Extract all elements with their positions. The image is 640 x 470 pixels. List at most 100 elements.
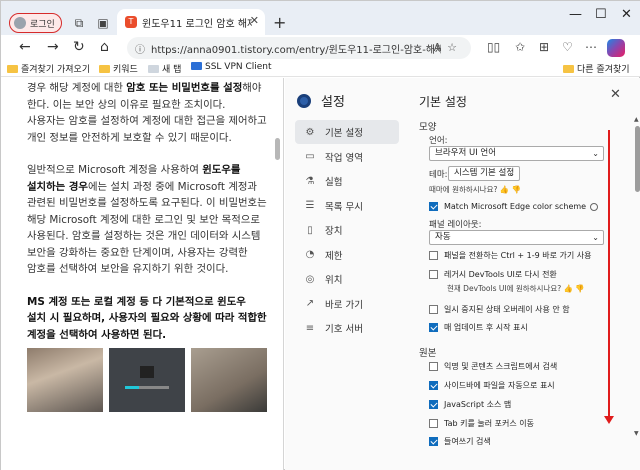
nav-item-preferences[interactable]: ⚙ 기본 설정 [295, 120, 399, 144]
site-info-icon[interactable]: ⓘ [135, 41, 145, 56]
bookmark-import[interactable]: 즐겨찾기 가져오기 [7, 62, 90, 75]
tab-title: 윈도우11 로그인 암호 해제 - 비밀 [142, 18, 252, 30]
other-folder-icon [563, 65, 574, 73]
tab-close-icon[interactable]: ✕ [250, 14, 259, 27]
windows-boot-image[interactable] [109, 348, 185, 412]
nav-label: 바로 가기 [325, 299, 363, 311]
checkbox[interactable] [429, 305, 438, 314]
paragraph-2-text-a: 일반적으로 Microsoft 계정을 사용하여 [27, 164, 203, 176]
nav-label: 장치 [325, 226, 343, 237]
language-value: 브라우저 UI 언어 [435, 148, 497, 158]
devtools-settings-panel: 설정 ⚙ 기본 설정 ▭ 작업 영역 ⚗ 실험 ☰ 목록 무시 ▯ 장치 ◔ 제한 ◎ 위치 … [285, 78, 640, 470]
copilot-icon[interactable] [607, 39, 625, 57]
favorites-icon[interactable]: ✩ [515, 40, 525, 54]
search-anon-checkbox[interactable]: 익명 및 콘텐츠 스크립트에서 검색 [429, 361, 557, 372]
nav-item-experiments[interactable]: ⚗ 실험 [295, 169, 399, 193]
toolbar: ← → ↻ ⌂ ⓘ https://anna0901.tistory.com/e… [1, 35, 640, 61]
checkbox[interactable] [429, 323, 438, 332]
bookmarks-bar: 즐겨찾기 가져오기 키워드 새 탭 SSL VPN Client 다른 즐겨찾기 [1, 61, 640, 77]
show-whats-new-checkbox[interactable]: 매 업데이트 후 시작 표시 [429, 322, 528, 333]
refresh-icon[interactable]: ↻ [73, 39, 85, 55]
paragraph-1: 경우 해당 계정에 대한 암호 또는 비밀번호를 설정해야 한다. 이는 보안 … [27, 80, 267, 146]
thumbs-up-icon[interactable]: 👍 [564, 284, 573, 293]
js-sourcemaps-checkbox[interactable]: JavaScript 소스 맵 [429, 399, 511, 410]
thumbs-up-icon[interactable]: 👍 [500, 185, 509, 194]
chevron-down-icon: ⌄ [508, 169, 515, 178]
minimize-icon[interactable]: — [569, 7, 582, 22]
checkbox[interactable] [429, 437, 438, 446]
nav-item-ignore-list[interactable]: ☰ 목록 무시 [295, 194, 399, 218]
checkbox[interactable] [429, 362, 438, 371]
info-icon[interactable] [590, 202, 599, 211]
show-whats-new-label: 매 업데이트 후 시작 표시 [444, 323, 528, 332]
workspaces-icon[interactable]: ⧉ [71, 15, 87, 31]
bookmark-vpn[interactable]: SSL VPN Client [191, 62, 272, 72]
devtools-feedback: 현재 DevTools UI에 원하하시나요? 👍 👎 [447, 283, 585, 294]
checkbox[interactable] [429, 270, 438, 279]
settings-scrollbar[interactable] [635, 126, 640, 192]
maximize-icon[interactable]: ☐ [595, 7, 607, 22]
chevron-down-icon: ⌄ [592, 149, 599, 158]
code-folding-checkbox[interactable]: 들여쓰기 검색 [429, 436, 491, 447]
language-select[interactable]: 브라우저 UI 언어 ⌄ [429, 146, 604, 161]
split-screen-icon[interactable]: ▯▯ [487, 40, 500, 54]
scroll-down-icon[interactable]: ▼ [634, 430, 639, 437]
ctrl-shortcut-checkbox[interactable]: 패널을 전환하는 Ctrl + 1-9 바로 가기 사용 [429, 250, 591, 261]
settings-nav: ⚙ 기본 설정 ▭ 작업 영역 ⚗ 실험 ☰ 목록 무시 ▯ 장치 ◔ 제한 ◎ 위치 ↗ 바로… [295, 120, 399, 341]
theme-label: 테마: [429, 170, 448, 180]
nav-item-shortcuts[interactable]: ↗ 바로 가기 [295, 292, 399, 316]
reveal-sidebar-checkbox[interactable]: 사이드바에 파일을 자동으로 표시 [429, 380, 555, 391]
bookmark-vpn-label: SSL VPN Client [205, 62, 272, 72]
checkbox[interactable] [429, 419, 438, 428]
nav-item-throttling[interactable]: ◔ 제한 [295, 243, 399, 267]
match-edge-checkbox[interactable]: Match Microsoft Edge color scheme [429, 202, 599, 211]
page-scrollbar[interactable] [275, 138, 280, 160]
devtools-feedback-text: 현재 DevTools UI에 원하하시나요? [447, 284, 562, 293]
page-title: 기본 설정 [419, 95, 467, 109]
pause-overlay-checkbox[interactable]: 일시 중지된 상태 오버레이 사용 안 함 [429, 304, 570, 315]
keyboard-image[interactable] [191, 348, 267, 412]
theme-select[interactable]: 시스템 기본 설정 ⌄ [448, 166, 520, 181]
panel-layout-value: 자동 [435, 232, 451, 242]
forward-icon[interactable]: → [47, 39, 59, 55]
collections-icon[interactable]: ⊞ [539, 40, 549, 54]
home-icon[interactable]: ⌂ [100, 39, 109, 55]
tab-focus-checkbox[interactable]: Tab 키를 눌러 포커스 이동 [429, 418, 534, 429]
checkbox[interactable] [429, 251, 438, 260]
vpn-icon [191, 62, 202, 70]
checkbox[interactable] [429, 400, 438, 409]
checkbox[interactable] [429, 202, 438, 211]
more-icon[interactable]: ⋯ [585, 40, 597, 54]
browser-essentials-icon[interactable]: ♡ [562, 40, 573, 54]
vertical-tabs-icon[interactable]: ▣ [95, 15, 111, 31]
laptop-typing-image[interactable] [27, 348, 103, 412]
back-icon[interactable]: ← [19, 39, 31, 55]
profile-button[interactable]: 로그인 [9, 13, 62, 33]
nav-item-symbol-server[interactable]: ≡ 기호 서버 [295, 316, 399, 340]
close-settings-icon[interactable]: ✕ [610, 87, 621, 102]
bookmark-new-tab[interactable]: 새 탭 [148, 62, 181, 75]
new-tab-icon[interactable]: + [273, 13, 286, 32]
bookmark-keyword[interactable]: 키워드 [99, 62, 138, 75]
location-icon: ◎ [305, 273, 315, 285]
active-tab[interactable]: T 윈도우11 로그인 암호 해제 - 비밀 ✕ [117, 9, 265, 35]
bookmark-other[interactable]: 다른 즐겨찾기 [563, 62, 630, 75]
reveal-sidebar-label: 사이드바에 파일을 자동으로 표시 [444, 381, 555, 390]
scroll-up-icon[interactable]: ▲ [634, 116, 639, 123]
boot-progress-bar [125, 386, 169, 389]
nav-item-locations[interactable]: ◎ 위치 [295, 267, 399, 291]
thumbs-down-icon[interactable]: 👎 [512, 185, 521, 194]
folder-icon [99, 65, 110, 73]
legacy-devtools-checkbox[interactable]: 레거시 DevTools UI로 다시 전환 [429, 269, 557, 280]
theme-value: 시스템 기본 설정 [454, 168, 515, 178]
panel-layout-select[interactable]: 자동 ⌄ [429, 230, 604, 245]
address-bar[interactable]: ⓘ https://anna0901.tistory.com/entry/윈도우… [127, 37, 471, 59]
window-close-icon[interactable]: ✕ [621, 7, 632, 22]
checkbox[interactable] [429, 381, 438, 390]
nav-item-devices[interactable]: ▯ 장치 [295, 218, 399, 242]
address-bar-actions[interactable]: A☆ [434, 41, 463, 54]
nav-item-workspace[interactable]: ▭ 작업 영역 [295, 145, 399, 169]
paragraph-1-bold: 암호 또는 비밀번호를 설정 [126, 82, 243, 94]
thumbs-down-icon[interactable]: 👎 [575, 284, 584, 293]
import-folder-icon [7, 65, 18, 73]
